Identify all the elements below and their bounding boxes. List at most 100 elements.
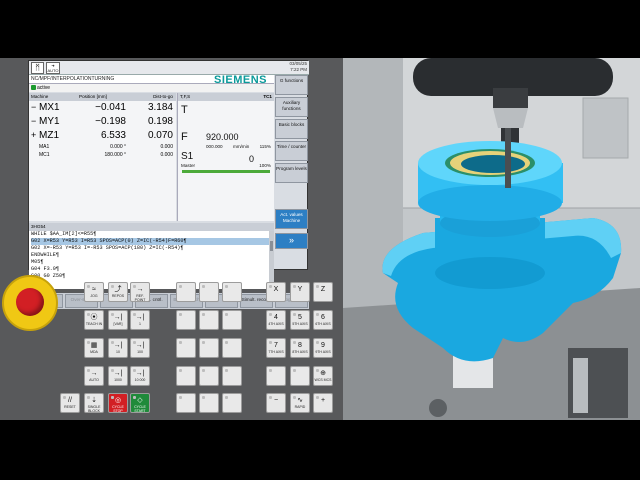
axis-sign: + [31, 130, 37, 140]
axis-row-mc1: MC1 180.000 ° 0.000 [29, 151, 176, 159]
scroll-thumb[interactable] [270, 241, 273, 251]
key-led-icon [87, 396, 90, 399]
softkey-basic-blocks[interactable]: Basic blocks [275, 119, 308, 139]
y-key[interactable]: Y [290, 282, 310, 302]
user-key-12[interactable] [222, 366, 242, 386]
key-label: 6TH AXIS [315, 322, 331, 326]
key-led-icon [202, 369, 205, 372]
softkey-auxiliary-functions[interactable]: Auxiliary functions [275, 97, 308, 117]
user-key-7[interactable] [176, 338, 196, 358]
ax7-key[interactable]: 7 7TH AXIS [266, 338, 286, 358]
key-led-icon [293, 313, 296, 316]
single-key[interactable]: ⇣ SINGLE BLOCK [84, 393, 104, 413]
x-key[interactable]: X [266, 282, 286, 302]
blank1-key[interactable] [266, 366, 286, 386]
key-led-icon [269, 313, 272, 316]
key-led-icon [133, 341, 136, 344]
jog-key[interactable]: ≈ JOG [84, 282, 104, 302]
inc10-key[interactable]: →| 10 [108, 338, 128, 358]
user-key-1[interactable] [176, 282, 196, 302]
feed-unit: mm/min [233, 144, 250, 149]
wcsmcs-key[interactable]: ⊕ WCS MCS [313, 366, 333, 386]
code-line[interactable]: G04 F3.0¶ [31, 266, 269, 273]
key-label: 9TH AXIS [315, 350, 331, 354]
key-label: 1000 [114, 378, 122, 382]
emergency-stop-button[interactable] [2, 275, 58, 331]
code-line[interactable]: G02 X=-R53 Y=R53 I=-R53 SPOS=ACP(180) Z=… [31, 245, 269, 252]
softkey-next[interactable]: » [275, 233, 308, 249]
ax6-key[interactable]: 6 6TH AXIS [313, 310, 333, 330]
key-label: 5TH AXIS [292, 322, 308, 326]
inc100-key[interactable]: →| 100 [130, 338, 150, 358]
key-led-icon [225, 369, 228, 372]
key-led-icon [269, 341, 272, 344]
blank2-key[interactable] [290, 366, 310, 386]
var-key[interactable]: →| [VAR] [108, 310, 128, 330]
code-line[interactable]: M05¶ [31, 259, 269, 266]
mda-key[interactable]: ▦ MDA [84, 338, 104, 358]
key-label: 1 [139, 322, 141, 326]
user-key-8[interactable] [199, 338, 219, 358]
key-led-icon [316, 396, 319, 399]
key-label: REF. POINT [134, 294, 146, 302]
user-key-6[interactable] [222, 310, 242, 330]
program-scrollbar[interactable] [269, 231, 274, 289]
program-header: 3HG54 [29, 223, 274, 231]
user-key-2[interactable] [199, 282, 219, 302]
minus-key[interactable]: − [266, 393, 286, 413]
ax5-key[interactable]: 5 5TH AXIS [290, 310, 310, 330]
key-label: WCS MCS [314, 378, 332, 382]
softkey-act-values-machine[interactable]: Act. values Machine [275, 209, 308, 229]
cycstop-key[interactable]: ◎ CYCLE STOP [108, 393, 128, 413]
axis-name: MC1 [39, 152, 50, 158]
user-key-14[interactable] [199, 393, 219, 413]
axes-panel[interactable]: Machine Position [mm] Dist-to-go − MX1 −… [29, 93, 176, 221]
ax8-key[interactable]: 8 8TH AXIS [290, 338, 310, 358]
softkey-time-counter[interactable]: Time / counter [275, 141, 308, 161]
inc1000-key[interactable]: →| 1000 [108, 366, 128, 386]
user-key-10[interactable] [176, 366, 196, 386]
axis-position: 180.000 ° [104, 152, 126, 158]
program-editor[interactable]: WHILE $AA_IM[2]<=R55¶ G02 X=R53 Y=R53 I=… [29, 231, 269, 289]
softkey-program-levels[interactable]: Program levels [275, 163, 308, 183]
simulation-svg [343, 58, 640, 420]
repos-key[interactable]: ⤴ REPOS [108, 282, 128, 302]
teach-key[interactable]: ⦿ TEACH IN [84, 310, 104, 330]
key-led-icon [202, 285, 205, 288]
reset-key[interactable]: //RESET [60, 393, 80, 413]
tfs-panel[interactable]: T,F,S TC1 T F 920.000 000.000 mm/min 115… [177, 93, 274, 221]
z-key[interactable]: Z [313, 282, 333, 302]
machining-simulation-view[interactable] [343, 58, 640, 420]
ax4-key[interactable]: 4 4TH AXIS [266, 310, 286, 330]
plus-key[interactable]: + [313, 393, 333, 413]
axis-position: −0.041 [95, 102, 126, 113]
user-key-4[interactable] [176, 310, 196, 330]
feed-label: F [181, 131, 188, 143]
user-key-11[interactable] [199, 366, 219, 386]
softkey-g-functions[interactable]: G functions [275, 75, 308, 95]
code-line[interactable]: G00 G0 Z50¶ [31, 273, 269, 280]
code-line-current[interactable]: G02 X=R53 Y=R53 I=R53 SPOS=ACP(0) Z=IC(-… [31, 238, 269, 245]
user-key-3[interactable] [222, 282, 242, 302]
code-line[interactable]: WHILE $AA_IM[2]<=R55¶ [31, 231, 269, 238]
key-led-icon [269, 285, 272, 288]
inc10000-key[interactable]: →| 10 000 [130, 366, 150, 386]
ref-key[interactable]: → REF. POINT [130, 282, 150, 302]
rapid-key[interactable]: ∿ RAPID [290, 393, 310, 413]
key-led-icon [133, 369, 136, 372]
auto-key[interactable]: → AUTO [84, 366, 104, 386]
user-key-13[interactable] [176, 393, 196, 413]
key-led-icon [316, 369, 319, 372]
inc1-key[interactable]: →| 1 [130, 310, 150, 330]
auto-mode-indicator[interactable]: ➜ AUTO [46, 62, 60, 74]
user-key-9[interactable] [222, 338, 242, 358]
code-line[interactable]: ENDWHILE¶ [31, 252, 269, 259]
user-key-5[interactable] [199, 310, 219, 330]
key-led-icon [293, 369, 296, 372]
ax9-key[interactable]: 9 9TH AXIS [313, 338, 333, 358]
user-key-15[interactable] [222, 393, 242, 413]
cycstart-key[interactable]: ◇ CYCLE START [130, 393, 150, 413]
jog-mode-icon[interactable]: ᛗ [31, 62, 44, 74]
vise-detail [573, 358, 588, 413]
key-label: 7TH AXIS [268, 350, 284, 354]
